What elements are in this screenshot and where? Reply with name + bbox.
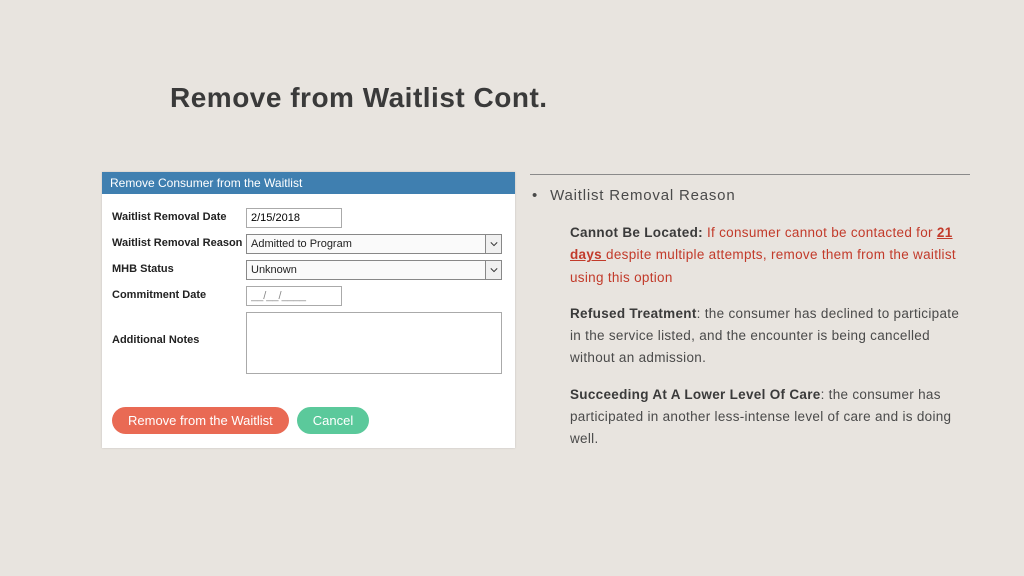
select-removal-reason-value: Admitted to Program bbox=[247, 238, 485, 250]
reason-refused-treatment: Refused Treatment: the consumer has decl… bbox=[530, 303, 970, 370]
label-removal-date: Waitlist Removal Date bbox=[112, 208, 246, 224]
label-additional-notes: Additional Notes bbox=[112, 312, 246, 347]
input-removal-date[interactable] bbox=[246, 208, 342, 228]
textarea-additional-notes[interactable] bbox=[246, 312, 502, 374]
reason-label: Refused Treatment bbox=[570, 306, 697, 321]
bullet-waitlist-removal-reason: • Waitlist Removal Reason bbox=[530, 187, 970, 204]
reason-label: Succeeding At A Lower Level Of Care bbox=[570, 387, 821, 402]
reason-cannot-be-located: Cannot Be Located: If consumer cannot be… bbox=[530, 222, 970, 289]
input-commitment-date[interactable] bbox=[246, 286, 342, 306]
form-button-row: Remove from the Waitlist Cancel bbox=[102, 399, 515, 448]
cancel-button[interactable]: Cancel bbox=[297, 407, 369, 434]
reason-text-pre: If consumer cannot be contacted for bbox=[703, 225, 937, 240]
chevron-down-icon bbox=[485, 235, 501, 253]
label-removal-reason: Waitlist Removal Reason bbox=[112, 234, 246, 250]
row-removal-date: Waitlist Removal Date bbox=[112, 208, 505, 228]
select-removal-reason[interactable]: Admitted to Program bbox=[246, 234, 502, 254]
row-mhb-status: MHB Status Unknown bbox=[112, 260, 505, 280]
form-body: Waitlist Removal Date Waitlist Removal R… bbox=[102, 194, 515, 399]
waitlist-removal-form: Remove Consumer from the Waitlist Waitli… bbox=[102, 172, 515, 448]
form-header: Remove Consumer from the Waitlist bbox=[102, 172, 515, 194]
remove-from-waitlist-button[interactable]: Remove from the Waitlist bbox=[112, 407, 289, 434]
divider bbox=[530, 174, 970, 175]
slide-title: Remove from Waitlist Cont. bbox=[170, 82, 548, 114]
explanation-column: • Waitlist Removal Reason Cannot Be Loca… bbox=[530, 174, 970, 464]
reason-text-post: despite multiple attempts, remove them f… bbox=[570, 247, 956, 284]
bullet-text: Waitlist Removal Reason bbox=[550, 187, 735, 204]
label-commitment-date: Commitment Date bbox=[112, 286, 246, 302]
row-commitment-date: Commitment Date bbox=[112, 286, 505, 306]
row-additional-notes: Additional Notes bbox=[112, 312, 505, 379]
row-removal-reason: Waitlist Removal Reason Admitted to Prog… bbox=[112, 234, 505, 254]
label-mhb-status: MHB Status bbox=[112, 260, 246, 276]
chevron-down-icon bbox=[485, 261, 501, 279]
reason-succeeding-lower-level: Succeeding At A Lower Level Of Care: the… bbox=[530, 384, 970, 451]
reason-label: Cannot Be Located: bbox=[570, 225, 703, 240]
select-mhb-status-value: Unknown bbox=[247, 264, 485, 276]
select-mhb-status[interactable]: Unknown bbox=[246, 260, 502, 280]
bullet-icon: • bbox=[530, 187, 538, 204]
